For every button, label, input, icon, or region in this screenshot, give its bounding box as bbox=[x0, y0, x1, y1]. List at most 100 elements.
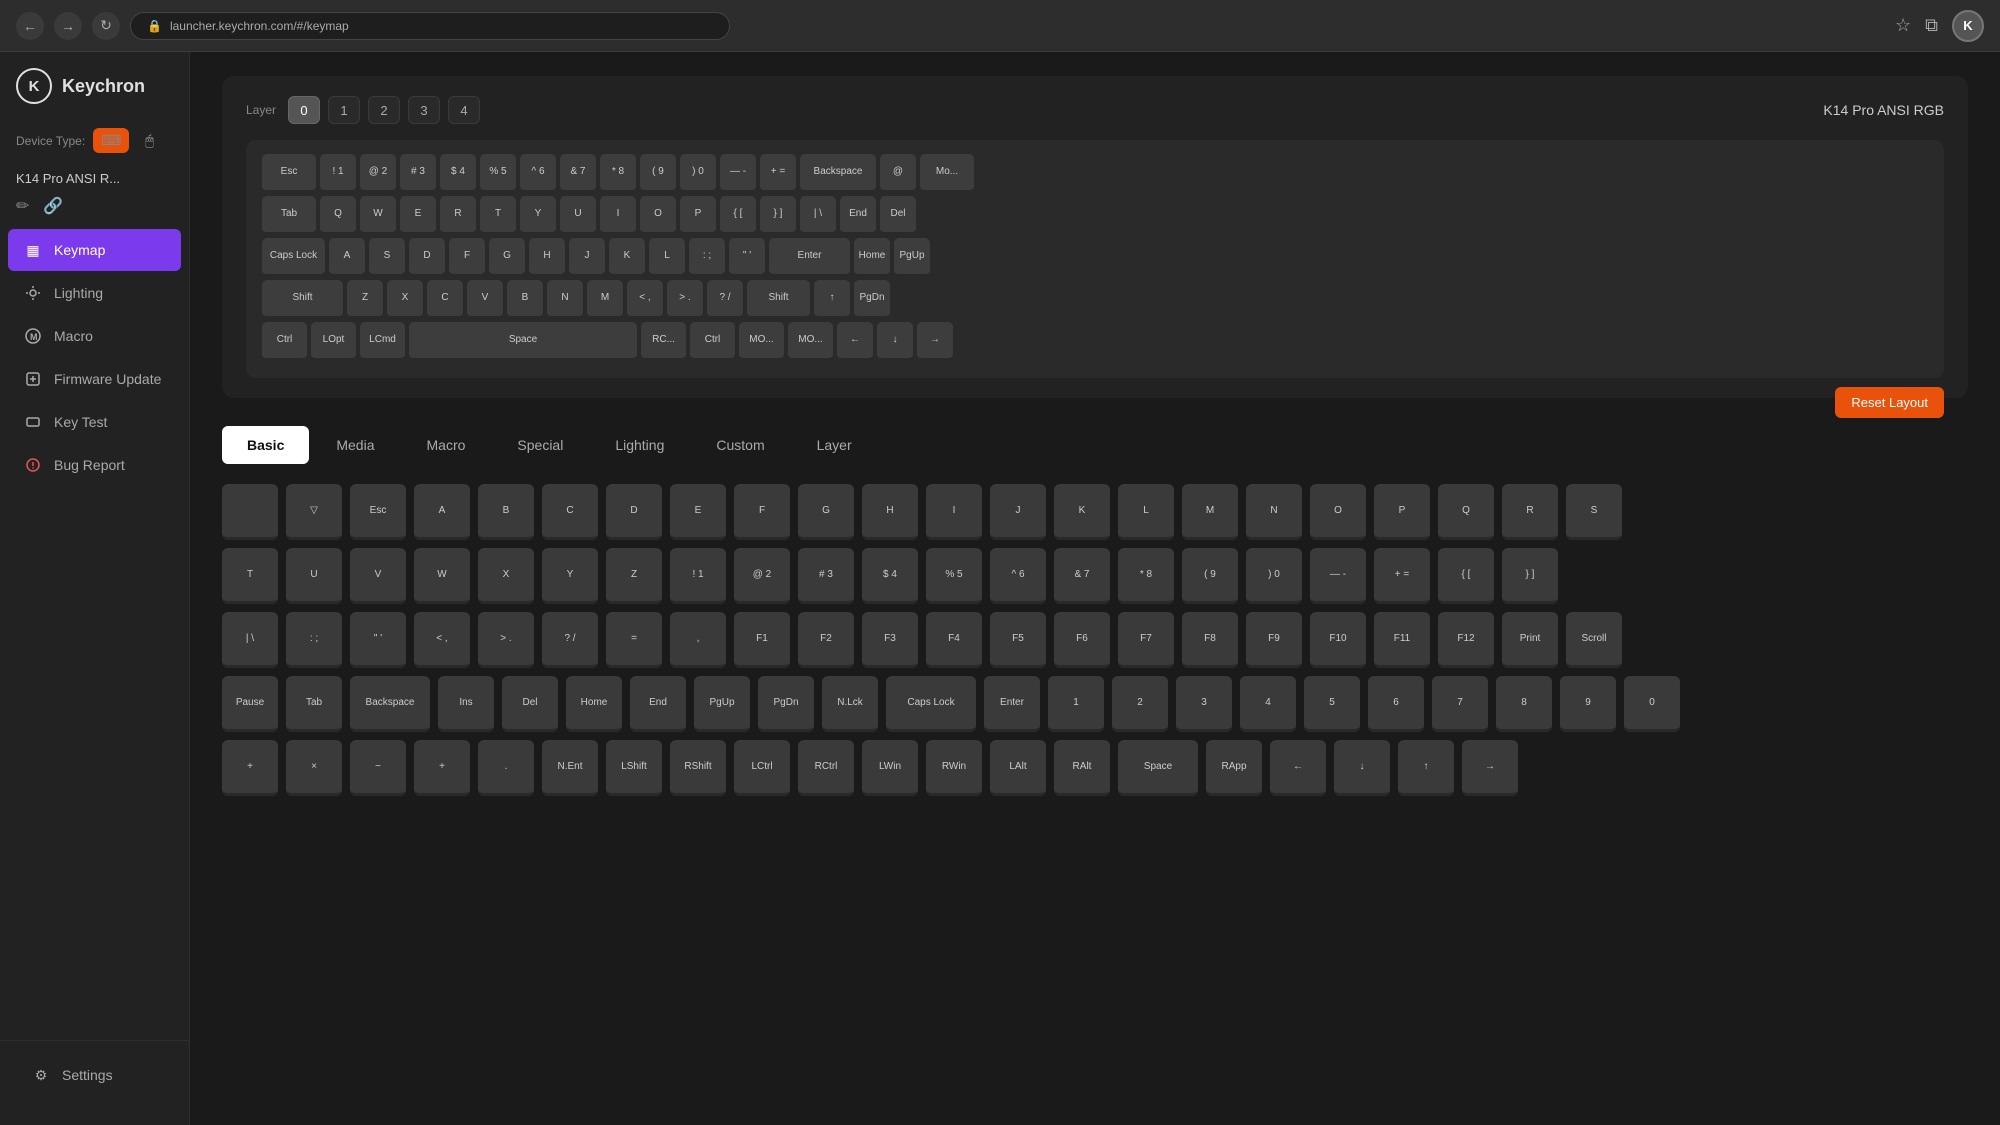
grid-key-print[interactable]: Print bbox=[1502, 612, 1558, 668]
grid-key-u[interactable]: U bbox=[286, 548, 342, 604]
grid-key-rctrl[interactable]: RCtrl bbox=[798, 740, 854, 796]
grid-key-num8[interactable]: 8 bbox=[1496, 676, 1552, 732]
sidebar-item-lighting[interactable]: Lighting bbox=[8, 272, 181, 314]
grid-key-num9[interactable]: 9 bbox=[1560, 676, 1616, 732]
grid-key-4[interactable]: $ 4 bbox=[862, 548, 918, 604]
grid-key-eq[interactable]: = bbox=[606, 612, 662, 668]
grid-key-minus[interactable]: — - bbox=[1310, 548, 1366, 604]
grid-key-f2[interactable]: F2 bbox=[798, 612, 854, 668]
grid-key-2[interactable]: @ 2 bbox=[734, 548, 790, 604]
grid-key-m[interactable]: M bbox=[1182, 484, 1238, 540]
key-mo1[interactable]: Mo... bbox=[920, 154, 974, 192]
key-pgdn[interactable]: PgDn bbox=[854, 280, 890, 318]
grid-key-8[interactable]: * 8 bbox=[1118, 548, 1174, 604]
sidebar-item-keymap[interactable]: ▦ Keymap bbox=[8, 229, 181, 271]
grid-key-pause[interactable]: Pause bbox=[222, 676, 278, 732]
key-7[interactable]: & 7 bbox=[560, 154, 596, 192]
key-5[interactable]: % 5 bbox=[480, 154, 516, 192]
key-quote[interactable]: " ' bbox=[729, 238, 765, 276]
grid-key-num1[interactable]: 1 bbox=[1048, 676, 1104, 732]
key-home[interactable]: Home bbox=[854, 238, 890, 276]
key-r[interactable]: R bbox=[440, 196, 476, 234]
key-space[interactable]: Space bbox=[409, 322, 637, 360]
grid-key-num6[interactable]: 6 bbox=[1368, 676, 1424, 732]
grid-key-f6[interactable]: F6 bbox=[1054, 612, 1110, 668]
grid-key-lalt[interactable]: LAlt bbox=[990, 740, 1046, 796]
grid-key-0[interactable]: ) 0 bbox=[1246, 548, 1302, 604]
extensions-icon[interactable]: ⧉ bbox=[1925, 15, 1938, 36]
key-at[interactable]: @ bbox=[880, 154, 916, 192]
edit-icon[interactable]: ✏ bbox=[16, 196, 29, 216]
key-down[interactable]: ↓ bbox=[877, 322, 913, 360]
grid-key-end[interactable]: End bbox=[630, 676, 686, 732]
key-g[interactable]: G bbox=[489, 238, 525, 276]
grid-key-j[interactable]: J bbox=[990, 484, 1046, 540]
layer-tab-2[interactable]: 2 bbox=[368, 96, 400, 124]
key-y[interactable]: Y bbox=[520, 196, 556, 234]
key-lshift[interactable]: Shift bbox=[262, 280, 343, 318]
grid-key-backspace[interactable]: Back­space bbox=[350, 676, 430, 732]
key-rc[interactable]: RC... bbox=[641, 322, 686, 360]
grid-key-esc[interactable]: Esc bbox=[350, 484, 406, 540]
sidebar-item-settings[interactable]: ⚙ Settings bbox=[16, 1054, 173, 1096]
key-v[interactable]: V bbox=[467, 280, 503, 318]
grid-key-equals[interactable]: + = bbox=[1374, 548, 1430, 604]
key-esc[interactable]: Esc bbox=[262, 154, 316, 192]
key-n[interactable]: N bbox=[547, 280, 583, 318]
keycode-tab-macro[interactable]: Macro bbox=[402, 426, 491, 464]
avatar[interactable]: K bbox=[1952, 10, 1984, 42]
sidebar-item-firmware[interactable]: Firmware Update bbox=[8, 358, 181, 400]
key-rshift[interactable]: Shift bbox=[747, 280, 810, 318]
sidebar-item-bugreport[interactable]: Bug Report bbox=[8, 444, 181, 486]
grid-key-plus2[interactable]: + bbox=[414, 740, 470, 796]
grid-key-y[interactable]: Y bbox=[542, 548, 598, 604]
grid-key-space[interactable]: Space bbox=[1118, 740, 1198, 796]
key-tab[interactable]: Tab bbox=[262, 196, 316, 234]
grid-key-3[interactable]: # 3 bbox=[798, 548, 854, 604]
key-mo3[interactable]: MO... bbox=[788, 322, 833, 360]
grid-key-down[interactable]: ↓ bbox=[1334, 740, 1390, 796]
grid-key-b[interactable]: B bbox=[478, 484, 534, 540]
key-lctrl[interactable]: Ctrl bbox=[262, 322, 307, 360]
key-end[interactable]: End bbox=[840, 196, 876, 234]
grid-key-semicolon[interactable]: : ; bbox=[286, 612, 342, 668]
key-backspace[interactable]: Backspace bbox=[800, 154, 876, 192]
key-i[interactable]: I bbox=[600, 196, 636, 234]
key-up[interactable]: ↑ bbox=[814, 280, 850, 318]
grid-key-del[interactable]: Del bbox=[502, 676, 558, 732]
key-2[interactable]: @ 2 bbox=[360, 154, 396, 192]
key-lcmd[interactable]: LCmd bbox=[360, 322, 405, 360]
link-icon[interactable]: 🔗 bbox=[43, 196, 63, 216]
grid-key-num3[interactable]: 3 bbox=[1176, 676, 1232, 732]
grid-key-rapp[interactable]: RApp bbox=[1206, 740, 1262, 796]
key-pgup[interactable]: PgUp bbox=[894, 238, 930, 276]
grid-key-backslash[interactable]: | \ bbox=[222, 612, 278, 668]
key-l[interactable]: L bbox=[649, 238, 685, 276]
key-q[interactable]: Q bbox=[320, 196, 356, 234]
grid-key-nent[interactable]: N.Ent bbox=[542, 740, 598, 796]
key-c[interactable]: C bbox=[427, 280, 463, 318]
grid-key-times[interactable]: × bbox=[286, 740, 342, 796]
forward-button[interactable]: → bbox=[54, 12, 82, 40]
grid-key-7[interactable]: & 7 bbox=[1054, 548, 1110, 604]
keycode-tab-lighting[interactable]: Lighting bbox=[590, 426, 689, 464]
grid-key-6[interactable]: ^ 6 bbox=[990, 548, 1046, 604]
grid-key-o[interactable]: O bbox=[1310, 484, 1366, 540]
keycode-tab-layer[interactable]: Layer bbox=[792, 426, 877, 464]
grid-key-z[interactable]: Z bbox=[606, 548, 662, 604]
key-m[interactable]: M bbox=[587, 280, 623, 318]
grid-key-h[interactable]: H bbox=[862, 484, 918, 540]
grid-key-f[interactable]: F bbox=[734, 484, 790, 540]
grid-key-e[interactable]: E bbox=[670, 484, 726, 540]
grid-key-dot[interactable]: . bbox=[478, 740, 534, 796]
grid-key-g[interactable]: G bbox=[798, 484, 854, 540]
grid-key-q[interactable]: Q bbox=[1438, 484, 1494, 540]
grid-key-tab[interactable]: Tab bbox=[286, 676, 342, 732]
key-9[interactable]: ( 9 bbox=[640, 154, 676, 192]
key-period[interactable]: > . bbox=[667, 280, 703, 318]
grid-key-cm[interactable]: , bbox=[670, 612, 726, 668]
key-mo2[interactable]: MO... bbox=[739, 322, 784, 360]
key-u[interactable]: U bbox=[560, 196, 596, 234]
grid-key-slash[interactable]: ? / bbox=[542, 612, 598, 668]
grid-key-num4[interactable]: 4 bbox=[1240, 676, 1296, 732]
